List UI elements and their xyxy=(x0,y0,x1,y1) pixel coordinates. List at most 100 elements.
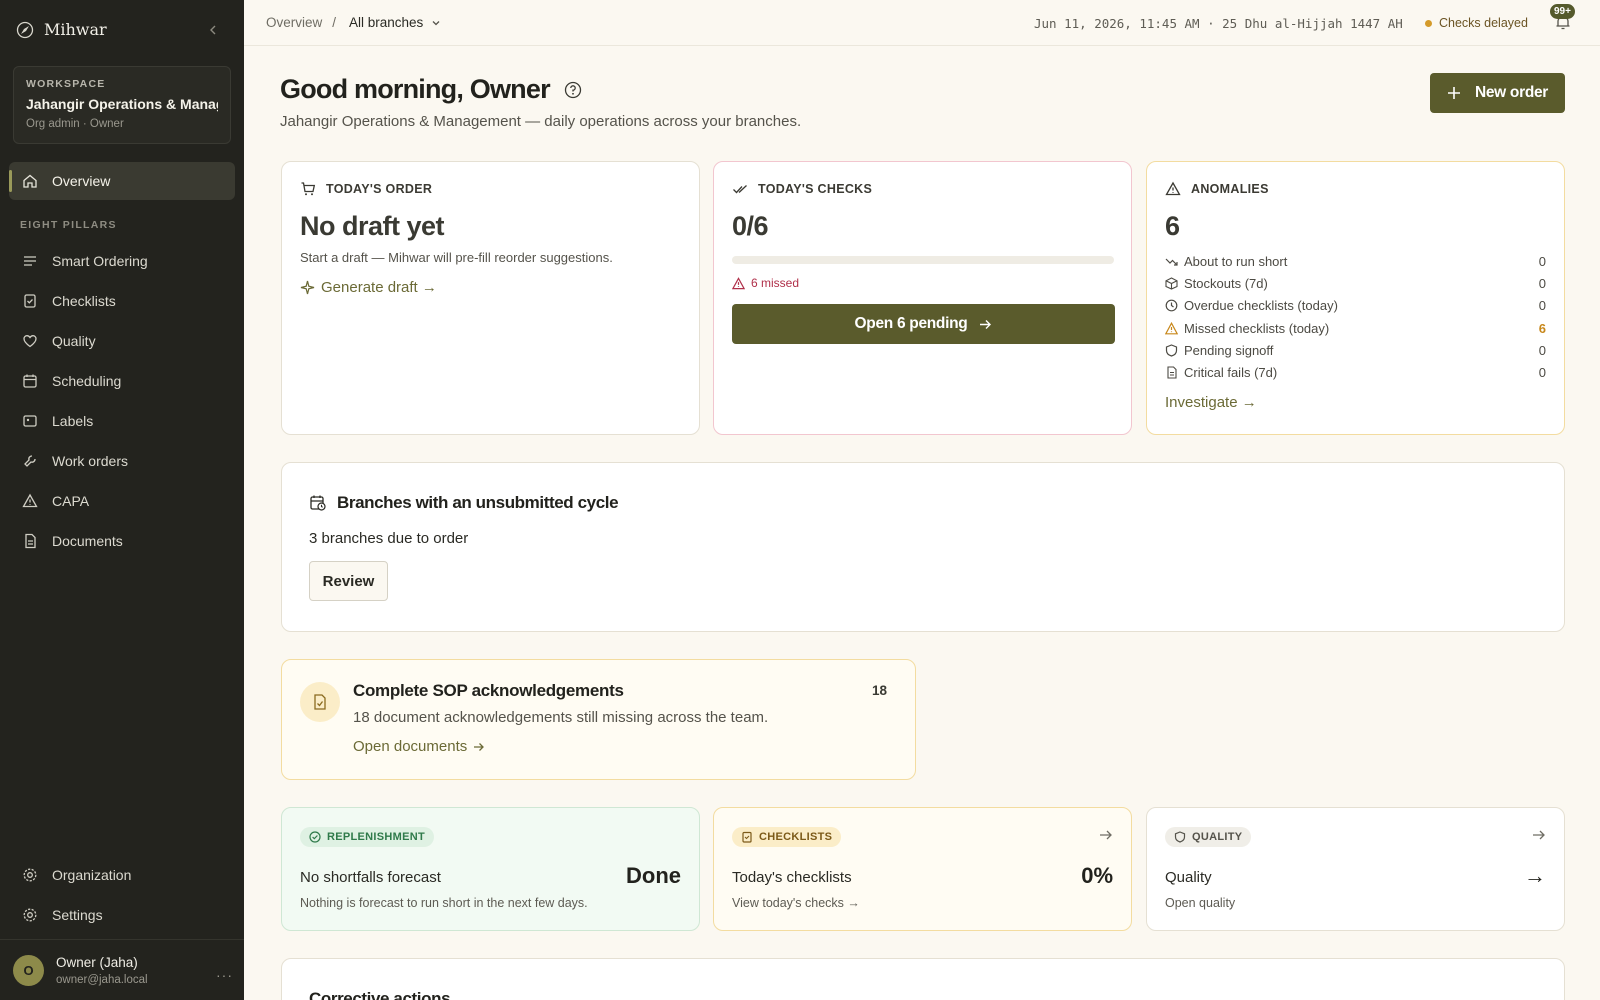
nav-item-labels[interactable]: Labels xyxy=(22,401,232,441)
breadcrumb-separator: / xyxy=(332,15,337,30)
review-button[interactable]: Review xyxy=(309,561,388,601)
user-name: Owner (Jaha) xyxy=(56,954,138,970)
branch-selector[interactable]: All branches xyxy=(349,15,441,30)
branches-card: Branches with an unsubmitted cycle 3 bra… xyxy=(281,462,1565,632)
help-icon[interactable] xyxy=(564,81,582,99)
anomalies-card: ANOMALIES 6 About to run short 0 Stockou… xyxy=(1146,161,1565,435)
mini-card-sub[interactable]: Open quality xyxy=(1165,896,1546,910)
checks-progress-bar xyxy=(732,256,1114,264)
anomaly-label: Missed checklists (today) xyxy=(1184,320,1330,336)
nav-item-quality[interactable]: Quality xyxy=(22,321,232,361)
quality-card[interactable]: QUALITY Quality Open quality → xyxy=(1146,807,1565,931)
mini-card-value: 0% xyxy=(1081,863,1113,888)
mini-card-title: No shortfalls forecast xyxy=(300,869,441,886)
nav-item-label: Scheduling xyxy=(52,373,122,389)
nav-item-label: Organization xyxy=(52,867,132,883)
mini-card-title: Quality xyxy=(1165,869,1212,886)
status-indicator[interactable]: Checks delayed xyxy=(1425,16,1528,30)
sop-card: Complete SOP acknowledgements 18 documen… xyxy=(281,659,916,780)
section-title-label: Corrective actions xyxy=(309,989,451,1000)
nav-item-scheduling[interactable]: Scheduling xyxy=(22,361,232,401)
topbar: Overview / All branches Jun 11, 2026, 11… xyxy=(244,0,1600,46)
checks-count: 0/6 xyxy=(732,211,769,241)
anomaly-value: 0 xyxy=(1538,253,1546,269)
nav-item-organization[interactable]: Organization xyxy=(22,855,232,895)
open-documents-link[interactable]: Open documents xyxy=(353,738,768,755)
breadcrumb: Overview / xyxy=(266,15,336,30)
nav-item-smart-ordering[interactable]: Smart Ordering xyxy=(22,241,232,281)
corrective-actions-card: Corrective actions xyxy=(281,958,1565,1000)
section-title: Corrective actions xyxy=(309,989,1537,1000)
brand[interactable]: Mihwar xyxy=(16,20,107,39)
warning-icon xyxy=(732,276,745,290)
mini-card-title: Today's checklists xyxy=(732,869,852,886)
notification-badge: 99+ xyxy=(1550,4,1575,19)
nav-item-label: Quality xyxy=(52,333,96,349)
nav-item-checklists[interactable]: Checklists xyxy=(22,281,232,321)
todays-order-card: TODAY'S ORDER No draft yet Start a draft… xyxy=(281,161,700,435)
more-icon[interactable]: ··· xyxy=(216,967,233,983)
open-documents-label: Open documents xyxy=(353,738,468,755)
missed-label: 6 missed xyxy=(751,276,800,290)
anomaly-label: About to run short xyxy=(1184,253,1288,269)
nav-item-label: Documents xyxy=(52,533,123,549)
nav-item-settings[interactable]: Settings xyxy=(22,895,232,935)
badge-label: QUALITY xyxy=(1192,831,1243,843)
generate-draft-link[interactable]: Generate draft → xyxy=(300,279,681,296)
nav-item-label: Checklists xyxy=(52,293,116,309)
sop-count-badge: 18 xyxy=(872,683,888,698)
brand-name: Mihwar xyxy=(44,20,107,39)
anomaly-row[interactable]: Stockouts (7d) 0 xyxy=(1165,272,1546,294)
anomaly-row[interactable]: Overdue checklists (today) 0 xyxy=(1165,295,1546,317)
cart-icon xyxy=(300,181,316,197)
anomaly-row[interactable]: Missed checklists (today) 6 xyxy=(1165,317,1546,339)
workspace-kicker: WORKSPACE xyxy=(26,78,106,90)
trend-down-icon xyxy=(1165,255,1178,268)
document-icon xyxy=(1165,366,1178,379)
nav-bottom: Organization Settings xyxy=(22,855,232,935)
user-meta: Owner (Jaha) owner@jaha.local xyxy=(56,955,148,986)
user-email: owner@jaha.local xyxy=(56,973,148,986)
branch-selector-label: All branches xyxy=(349,15,424,30)
checklists-card[interactable]: CHECKLISTS Today's checklists View today… xyxy=(713,807,1132,931)
nav-item-work-orders[interactable]: Work orders xyxy=(22,441,232,481)
sparkle-icon xyxy=(300,280,315,295)
arrow-right-icon xyxy=(979,318,992,331)
anomaly-value: 0 xyxy=(1538,342,1546,358)
nav-item-overview[interactable]: Overview xyxy=(9,162,235,200)
home-icon xyxy=(22,173,38,189)
document-icon xyxy=(22,533,38,549)
replenishment-card[interactable]: REPLENISHMENT No shortfalls forecast Not… xyxy=(281,807,700,931)
order-status-title: No draft yet xyxy=(300,211,445,241)
section-title: Branches with an unsubmitted cycle xyxy=(309,493,1537,513)
collapse-sidebar-icon[interactable] xyxy=(208,25,218,35)
new-order-button[interactable]: New order xyxy=(1430,73,1565,113)
anomaly-value: 0 xyxy=(1538,275,1546,291)
heart-icon xyxy=(22,333,38,349)
datetime: Jun 11, 2026, 11:45 AM · 25 Dhu al-Hijja… xyxy=(1034,16,1403,31)
arrow-right-icon[interactable] xyxy=(1532,828,1546,842)
page-title: Good morning, Owner xyxy=(280,74,582,105)
anomaly-row[interactable]: Critical fails (7d) 0 xyxy=(1165,361,1546,383)
nav-item-label: Settings xyxy=(52,907,103,923)
investigate-link[interactable]: Investigate → xyxy=(1165,394,1546,411)
anomaly-row[interactable]: Pending signoff 0 xyxy=(1165,339,1546,361)
nav-item-capa[interactable]: CAPA xyxy=(22,481,232,521)
nav-item-documents[interactable]: Documents xyxy=(22,521,232,561)
breadcrumb-overview[interactable]: Overview xyxy=(266,15,322,30)
user-menu[interactable]: O Owner (Jaha) owner@jaha.local ··· xyxy=(0,939,244,1000)
status-dot-icon xyxy=(1425,19,1432,27)
sop-desc: 18 document acknowledgements still missi… xyxy=(353,709,769,726)
branches-desc: 3 branches due to order xyxy=(309,530,469,547)
anomaly-row[interactable]: About to run short 0 xyxy=(1165,250,1546,272)
compass-logo-icon xyxy=(16,21,34,39)
arrow-right-icon[interactable] xyxy=(1099,828,1113,842)
anomaly-value: 0 xyxy=(1538,365,1546,381)
anomaly-label: Stockouts (7d) xyxy=(1184,275,1268,291)
status-badge: CHECKLISTS xyxy=(732,827,842,847)
nav-item-label: Smart Ordering xyxy=(52,253,148,269)
mini-card-sub[interactable]: View today's checks → xyxy=(732,896,1113,910)
open-pending-button[interactable]: Open 6 pending xyxy=(732,304,1115,344)
anomalies-total: 6 xyxy=(1165,211,1180,241)
workspace-switcher[interactable]: WORKSPACE Jahangir Operations & Manag...… xyxy=(13,66,231,144)
